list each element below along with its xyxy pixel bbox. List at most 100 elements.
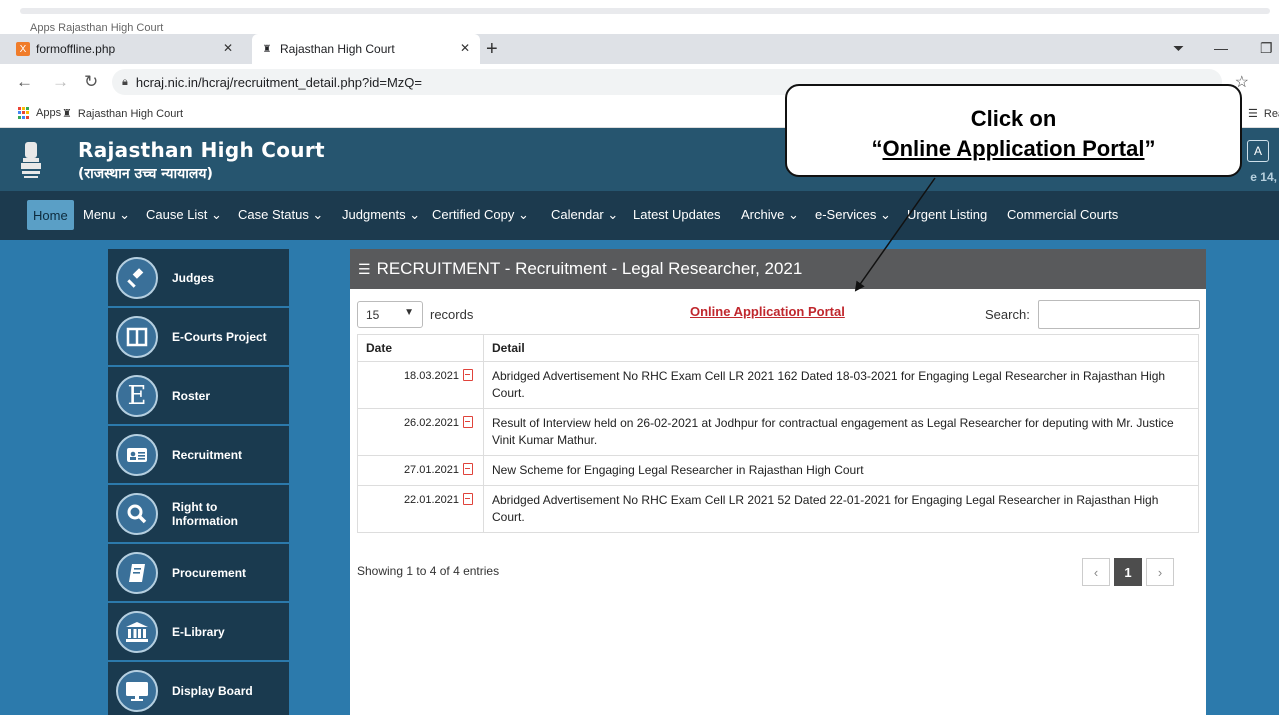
nav-menu[interactable]: Menu ⌄ [83,207,130,223]
recruitment-table: Date Detail 18.03.2021 Abridged Advertis… [357,334,1199,533]
nav-certified-copy[interactable]: Certified Copy ⌄ [432,207,529,223]
sidebar-item-roster[interactable]: E Roster [108,367,289,424]
restore-icon[interactable]: ❐ [1260,40,1273,57]
institution-icon [116,610,158,653]
profile-dropdown-icon[interactable]: ⏷ [1173,40,1184,57]
sidebar-item-label: Roster [172,388,211,403]
reload-icon[interactable]: ↻ [84,72,98,92]
sidebar-item-label: Judges [172,270,215,285]
letter-e-icon: E [116,374,158,417]
accessibility-icon[interactable]: A [1247,140,1269,162]
search-input[interactable] [1038,300,1200,329]
reading-list-label: Rea [1263,107,1279,120]
columns-icon [116,315,158,358]
table-row: 22.01.2021 Abridged Advertisement No RHC… [357,485,1199,533]
url-text: hcraj.nic.in/hcraj/recruitment_detail.ph… [135,74,422,90]
sidebar-item-procurement[interactable]: Procurement [108,544,289,601]
detail-cell[interactable]: Abridged Advertisement No RHC Exam Cell … [483,361,1199,409]
main-nav: Home Menu ⌄ Cause List ⌄ Case Status ⌄ J… [0,191,1279,240]
pdf-icon[interactable] [463,369,473,381]
page-body: Judges E-Courts Project E Roster Recruit… [0,240,1279,715]
column-header-date[interactable]: Date [357,334,484,362]
sidebar-item-label: E-Courts Project [172,329,267,344]
back-icon[interactable]: ← [16,72,33,92]
pdf-icon[interactable] [463,416,473,428]
new-tab-icon[interactable]: + [486,38,498,61]
reading-list[interactable]: ☰ Rea [1248,107,1279,121]
lock-icon: 🔒︎ [122,75,128,88]
detail-cell[interactable]: Abridged Advertisement No RHC Exam Cell … [483,485,1199,533]
close-tab-icon[interactable]: ✕ [460,41,470,55]
bookmark-label: Apps [36,107,62,119]
id-card-icon [116,433,158,476]
callout-quote-close: ” [1144,136,1156,161]
nav-home[interactable]: Home [27,200,74,230]
page-1-button[interactable]: 1 [1114,558,1142,586]
background-window-bookmarks: Apps Rajasthan High Court [30,22,164,34]
site-title[interactable]: Rajasthan High Court [78,138,325,162]
list-icon: ☰ [358,260,371,277]
emblem-favicon-icon: ♜ [262,43,272,55]
sidebar-item-display-board[interactable]: Display Board [108,662,289,715]
instruction-callout: Click on “Online Application Portal” [785,84,1242,177]
pdf-icon[interactable] [463,463,473,475]
close-tab-icon[interactable]: ✕ [223,41,233,55]
background-window: Apps Rajasthan High Court [0,0,1279,34]
sidebar-item-recruitment[interactable]: Recruitment [108,426,289,483]
search-icon [116,492,158,535]
bookmark-rajasthan-high-court[interactable]: ♜ Rajasthan High Court [62,107,184,121]
sidebar-item-label: Right to Information [172,499,238,528]
pagination: ‹ 1 › [1082,558,1174,586]
nav-archive[interactable]: Archive ⌄ [741,207,799,223]
sidebar-item-label: Recruitment [172,447,243,462]
pdf-icon[interactable] [463,493,473,505]
records-per-page-value: 15 [366,307,380,322]
detail-cell[interactable]: New Scheme for Engaging Legal Researcher… [483,455,1199,486]
forward-icon[interactable]: → [52,72,69,92]
nav-commercial-courts[interactable]: Commercial Courts [1007,207,1118,222]
bookmark-label: Rajasthan High Court [77,107,184,120]
book-icon [116,551,158,594]
minimize-icon[interactable]: — [1214,40,1228,56]
apps-grid-icon [18,107,30,119]
date-cell: 26.02.2021 [357,408,484,456]
detail-cell[interactable]: Result of Interview held on 26-02-2021 a… [483,408,1199,456]
tab-rajasthan-high-court[interactable]: ♜ Rajasthan High Court ✕ [252,34,480,64]
nav-e-services[interactable]: e-Services ⌄ [815,207,891,223]
panel-heading: ☰ RECRUITMENT - Recruitment - Legal Rese… [350,249,1206,289]
nav-calendar[interactable]: Calendar ⌄ [551,207,618,223]
nav-urgent-listing[interactable]: Urgent Listing [907,207,987,222]
previous-page-button[interactable]: ‹ [1082,558,1110,586]
sidebar-item-label: Procurement [172,565,247,580]
tab-strip: X formoffline.php ✕ ♜ Rajasthan High Cou… [0,34,1279,64]
records-per-page-select[interactable]: 15 ▼ [357,301,423,328]
sidebar-item-judges[interactable]: Judges [108,249,289,306]
date-text: 18.03.2021 [403,370,459,382]
date-cell: 22.01.2021 [357,485,484,533]
site-subtitle: (राजस्थान उच्च न्यायालय) [78,166,213,182]
tab-formoffline[interactable]: X formoffline.php ✕ [8,34,243,64]
date-text: 26.02.2021 [403,417,459,429]
nav-judgments[interactable]: Judgments ⌄ [342,207,420,223]
column-header-detail[interactable]: Detail [483,334,1199,362]
date-cell: 18.03.2021 [357,361,484,409]
sidebar-item-right-to-information[interactable]: Right to Information [108,485,289,542]
bookmark-apps[interactable]: Apps [18,107,61,119]
nav-case-status[interactable]: Case Status ⌄ [238,207,323,223]
records-label: records [430,307,474,322]
tab-title: Rajasthan High Court [280,42,395,56]
sidebar-item-e-library[interactable]: E-Library [108,603,289,660]
gavel-icon [116,256,158,299]
nav-latest-updates[interactable]: Latest Updates [633,207,720,222]
emblem-icon: ♜ [62,108,72,120]
monitor-icon [116,669,158,712]
table-row: 27.01.2021 New Scheme for Engaging Legal… [357,455,1199,486]
callout-quote-open: “ [871,136,883,161]
nav-cause-list[interactable]: Cause List ⌄ [146,207,222,223]
next-page-button[interactable]: › [1146,558,1174,586]
reading-list-icon: ☰ [1248,108,1258,120]
table-row: 26.02.2021 Result of Interview held on 2… [357,408,1199,456]
national-emblem-icon [21,142,41,178]
sidebar-item-e-courts-project[interactable]: E-Courts Project [108,308,289,365]
online-application-portal-link[interactable]: Online Application Portal [690,304,845,319]
